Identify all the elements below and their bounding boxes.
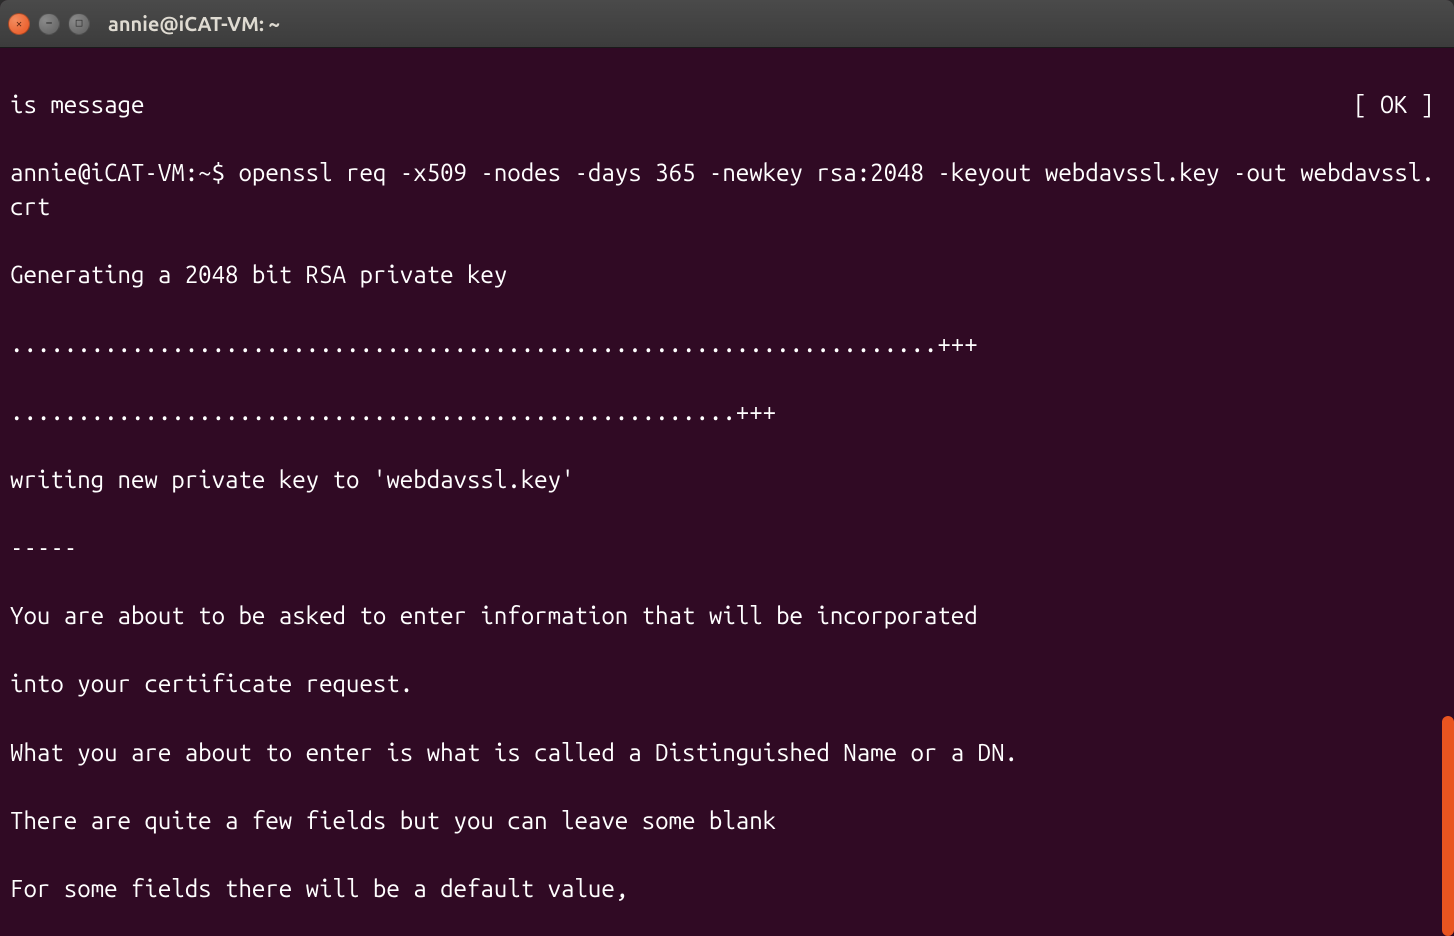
- terminal-line: Generating a 2048 bit RSA private key: [10, 258, 1444, 292]
- close-button[interactable]: [8, 13, 30, 35]
- titlebar[interactable]: annie@iCAT-VM: ~: [0, 0, 1454, 48]
- terminal-line: ........................................…: [10, 395, 1444, 429]
- scrollbar[interactable]: [1440, 48, 1454, 936]
- terminal-line: into your certificate request.: [10, 667, 1444, 701]
- terminal-line: is message: [10, 88, 1444, 122]
- terminal-line: -----: [10, 531, 1444, 565]
- minimize-button[interactable]: [38, 13, 60, 35]
- prompt: annie@iCAT-VM:~$: [10, 159, 238, 186]
- terminal-line: You are about to be asked to enter infor…: [10, 599, 1444, 633]
- terminal-body[interactable]: is message[ OK ] annie@iCAT-VM:~$ openss…: [0, 48, 1454, 936]
- scrollbar-thumb[interactable]: [1442, 716, 1454, 936]
- terminal-line: writing new private key to 'webdavssl.ke…: [10, 463, 1444, 497]
- terminal-line: What you are about to enter is what is c…: [10, 736, 1444, 770]
- terminal-line: There are quite a few fields but you can…: [10, 804, 1444, 838]
- terminal-line: For some fields there will be a default …: [10, 872, 1444, 906]
- window-title: annie@iCAT-VM: ~: [108, 12, 280, 35]
- terminal-line: ........................................…: [10, 327, 1444, 361]
- terminal-window: annie@iCAT-VM: ~ is message[ OK ] annie@…: [0, 0, 1454, 936]
- terminal-line: annie@iCAT-VM:~$ openssl req -x509 -node…: [10, 156, 1444, 224]
- maximize-button[interactable]: [68, 13, 90, 35]
- ok-status: [ OK ]: [1353, 88, 1434, 122]
